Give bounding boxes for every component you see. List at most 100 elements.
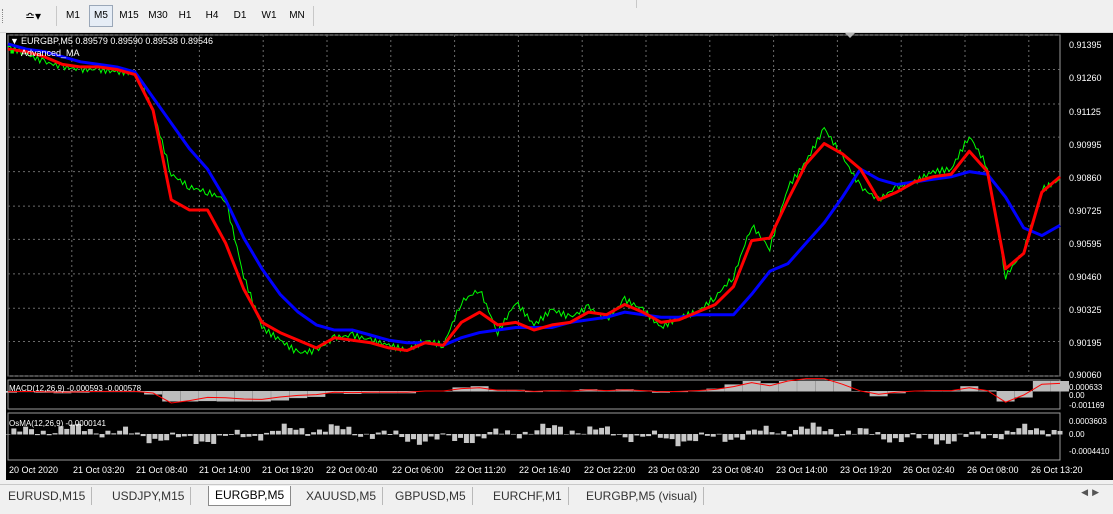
osma-histogram-bar <box>969 431 975 435</box>
timeframe-d1-button[interactable]: D1 <box>229 6 251 26</box>
osma-histogram-bar <box>687 434 693 441</box>
indicator-name-label: Advanced_MA <box>21 48 80 58</box>
timeframe-m15-button[interactable]: M15 <box>116 6 142 26</box>
tab-gbpusd-m5[interactable]: GBPUSD,M5 <box>389 487 473 505</box>
osma-indicator-label: OsMA(12,26,9) -0.0000141 <box>9 419 106 428</box>
osma-histogram-bar <box>458 434 464 438</box>
osma-histogram-bar <box>340 429 346 435</box>
macd-histogram-bar <box>271 391 290 401</box>
chart-window[interactable]: ▼ EURGBP,M5 0.89579 0.89590 0.89538 0.89… <box>0 33 1113 480</box>
osma-histogram-bar <box>228 434 234 435</box>
tab-eurgbp-m5[interactable]: EURGBP,M5 <box>208 486 292 506</box>
timeframe-m1-button[interactable]: M1 <box>62 6 84 26</box>
timeframe-m30-button[interactable]: M30 <box>145 6 171 26</box>
time-axis-label: 23 Oct 03:20 <box>648 465 700 475</box>
osma-histogram-bar <box>293 429 299 435</box>
osma-histogram-bar <box>1010 431 1016 435</box>
macd-histogram-bar <box>1032 381 1051 392</box>
osma-histogram-bar <box>399 434 405 438</box>
osma-histogram-bar <box>64 428 70 435</box>
price-axis-label: 0.90195 <box>1069 338 1102 348</box>
osma-histogram-bar <box>787 434 793 437</box>
osma-histogram-bar <box>540 423 546 435</box>
osma-histogram-bar <box>992 434 998 439</box>
osma-histogram-bar <box>434 434 440 440</box>
chart-tab-bar: EURUSD,M15 USDJPY,M15 EURGBP,M5 XAUUSD,M… <box>0 484 1113 514</box>
osma-histogram-bar <box>381 430 387 435</box>
osma-histogram-bar <box>828 429 834 435</box>
osma-histogram-bar <box>616 434 622 435</box>
osma-histogram-bar <box>793 430 799 435</box>
tab-eurusd-m15[interactable]: EURUSD,M15 <box>2 487 93 505</box>
osma-histogram-bar <box>998 434 1004 440</box>
time-axis-label: 21 Oct 19:20 <box>262 465 314 475</box>
tab-eurchf-m1[interactable]: EURCHF,M1 <box>487 487 569 505</box>
osma-histogram-bar <box>217 434 223 436</box>
osma-histogram-bar <box>146 434 152 444</box>
osma-histogram-bar <box>963 434 969 437</box>
osma-histogram-bar <box>622 434 628 438</box>
chart-shift-marker-icon[interactable] <box>845 33 855 38</box>
time-axis-label: 26 Oct 08:00 <box>967 465 1019 475</box>
macd-histogram-bar <box>1051 381 1069 392</box>
macd-histogram-bar <box>815 381 834 392</box>
osma-histogram-bar <box>651 430 657 435</box>
chart-menu-arrow-icon[interactable]: ▼ <box>10 36 19 46</box>
osma-histogram-bar <box>387 434 393 435</box>
tab-eurgbp-m5-visual[interactable]: EURGBP,M5 (visual) <box>580 487 705 505</box>
osma-histogram-bar <box>252 434 258 436</box>
osma-histogram-bar <box>499 433 505 435</box>
osma-histogram-bar <box>452 434 458 441</box>
timeframe-mn-button[interactable]: MN <box>285 6 309 26</box>
osma-histogram-bar <box>898 434 904 443</box>
price-chart-canvas[interactable] <box>0 33 1113 480</box>
osma-histogram-bar <box>264 432 270 435</box>
osma-histogram-bar <box>181 434 187 437</box>
osma-histogram-bar <box>87 429 93 435</box>
osma-histogram-bar <box>734 434 740 438</box>
osma-histogram-bar <box>134 432 140 435</box>
timeframe-w1-button[interactable]: W1 <box>257 6 281 26</box>
osma-histogram-bar <box>981 434 987 439</box>
osma-histogram-bar <box>934 434 940 445</box>
osma-histogram-bar <box>428 434 434 437</box>
line-style-dropdown-icon[interactable]: ≏▾ <box>18 6 48 26</box>
osma-histogram-bar <box>287 428 293 435</box>
osma-histogram-bar <box>152 434 158 439</box>
time-axis-label: 22 Oct 16:40 <box>519 465 571 475</box>
tab-xauusd-m5[interactable]: XAUUSD,M5 <box>300 487 384 505</box>
price-axis-label: 0.91260 <box>1069 73 1102 83</box>
osma-histogram-bar <box>663 434 669 439</box>
osma-histogram-bar <box>364 433 370 435</box>
macd-histogram-bar <box>1014 391 1033 398</box>
tab-usdjpy-m15[interactable]: USDJPY,M15 <box>106 487 192 505</box>
osma-histogram-bar <box>804 428 810 435</box>
osma-histogram-bar <box>822 431 828 435</box>
timeframe-h1-button[interactable]: H1 <box>174 6 196 26</box>
osma-scale-min: -0.0004410 <box>1069 447 1110 456</box>
osma-histogram-bar <box>493 428 499 435</box>
timeframe-m5-button[interactable]: M5 <box>89 5 113 27</box>
price-axis-label: 0.90325 <box>1069 305 1102 315</box>
osma-histogram-bar <box>1051 429 1057 435</box>
osma-scale-max: 0.0003603 <box>1069 417 1107 426</box>
osma-histogram-bar <box>358 434 364 437</box>
osma-histogram-bar <box>446 434 452 436</box>
osma-histogram-bar <box>234 429 240 435</box>
toolbar-grip-icon <box>2 9 11 23</box>
osma-histogram-bar <box>29 429 35 435</box>
osma-histogram-bar <box>863 428 869 435</box>
tab-scroll-arrows-icon[interactable]: ◀▶ <box>1081 487 1103 498</box>
osma-histogram-bar <box>881 434 887 440</box>
timeframe-h4-button[interactable]: H4 <box>201 6 223 26</box>
osma-histogram-bar <box>834 434 840 437</box>
osma-histogram-bar <box>170 432 176 435</box>
osma-histogram-bar <box>269 430 275 435</box>
osma-histogram-bar <box>17 431 23 435</box>
chart-symbol-title: EURGBP,M5 0.89579 0.89590 0.89538 0.8954… <box>21 36 213 46</box>
osma-histogram-bar <box>346 426 352 435</box>
osma-histogram-bar <box>40 430 46 435</box>
time-axis-label: 22 Oct 11:20 <box>455 465 506 475</box>
osma-histogram-bar <box>475 434 481 437</box>
osma-histogram-bar <box>510 433 516 435</box>
